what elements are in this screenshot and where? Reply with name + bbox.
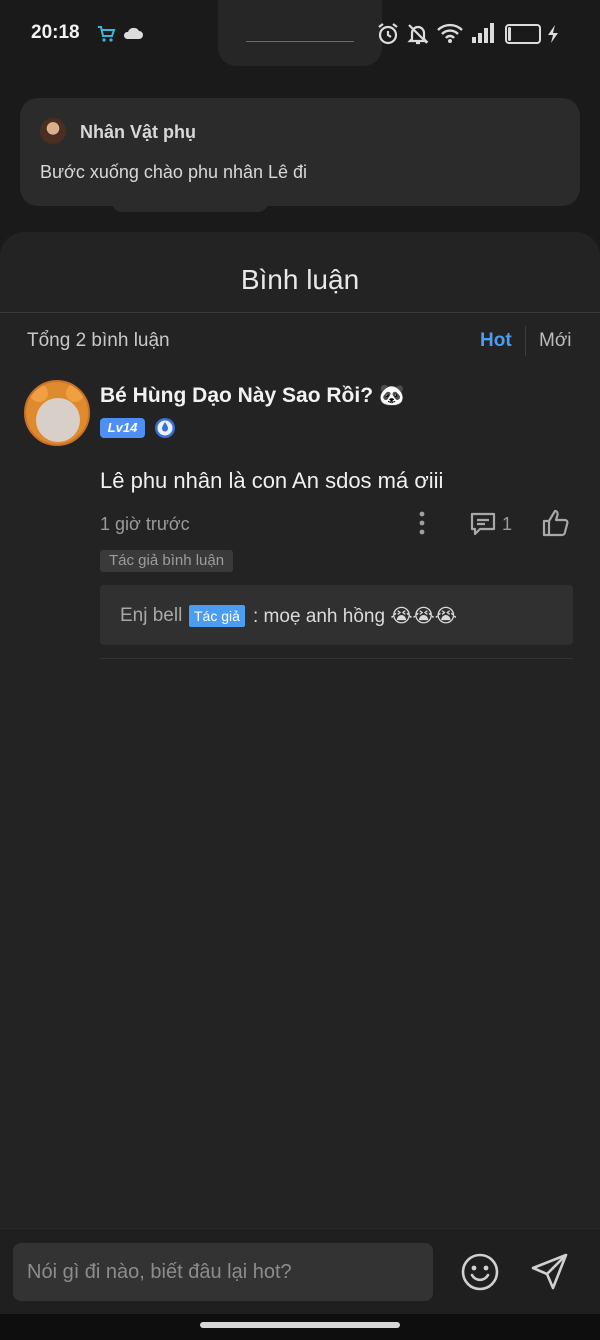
- wifi-icon: [437, 23, 463, 43]
- battery-level: 10: [515, 26, 531, 42]
- cloud-icon: [123, 27, 143, 39]
- status-bar: 20:18 10: [0, 0, 600, 70]
- reply-text: : moẹ anh hồng 😭😭😭: [253, 606, 457, 627]
- status-time: 20:18: [31, 22, 80, 43]
- navigation-bar: [0, 1314, 600, 1340]
- battery-icon: 10: [505, 24, 541, 44]
- comment-input[interactable]: [13, 1243, 433, 1301]
- sort-hot-tab[interactable]: Hot: [480, 330, 512, 352]
- character-name: Nhân Vật phụ: [80, 122, 196, 142]
- story-dialogue-card[interactable]: Nhân Vật phụ Bước xuống chào phu nhân Lê…: [20, 98, 580, 206]
- reply-count: 1: [502, 514, 513, 534]
- camera-notch: [218, 0, 382, 66]
- bell-muted-icon: [407, 24, 429, 45]
- sort-new-tab[interactable]: Mới: [539, 330, 572, 352]
- send-icon[interactable]: [530, 1251, 570, 1291]
- dialogue-text: Bước xuống chào phu nhân Lê đi: [40, 162, 308, 182]
- reply-preview[interactable]: Enj bell Tác giả : moẹ anh hồng 😭😭😭: [100, 585, 573, 645]
- comment-username[interactable]: Bé Hùng Dạo Này Sao Rồi? 🐼: [100, 384, 405, 408]
- signal-icon: [472, 23, 494, 43]
- divider: [0, 312, 600, 313]
- reply-icon[interactable]: [469, 510, 497, 538]
- alarm-icon: [378, 23, 398, 45]
- verified-badge-icon: [155, 418, 175, 438]
- avatar[interactable]: [24, 380, 90, 446]
- sort-divider: [525, 326, 526, 356]
- author-badge: Tác giả: [189, 605, 245, 627]
- like-icon[interactable]: [541, 508, 571, 538]
- author-tag: Tác giả bình luận: [100, 550, 234, 572]
- level-badge: Lv14: [100, 418, 145, 438]
- home-indicator[interactable]: [200, 1322, 400, 1328]
- sheet-title: Bình luận: [240, 264, 360, 295]
- charging-icon: [548, 25, 558, 43]
- emoji-icon[interactable]: [460, 1252, 500, 1292]
- comment-composer: [0, 1228, 600, 1314]
- more-options-icon[interactable]: [412, 510, 432, 536]
- shopping-cart-icon: [98, 26, 116, 42]
- comments-sheet: Bình luận Tổng 2 bình luận Hot Mới Bé Hù…: [0, 232, 600, 1314]
- comment-total: Tổng 2 bình luận: [27, 330, 170, 351]
- character-avatar: [40, 118, 66, 144]
- reply-username[interactable]: Enj bell: [120, 605, 182, 627]
- comment-text: Lê phu nhân là con An sdos má ơiii: [100, 468, 444, 493]
- comment-time: 1 giờ trước: [100, 514, 190, 534]
- divider: [100, 658, 573, 659]
